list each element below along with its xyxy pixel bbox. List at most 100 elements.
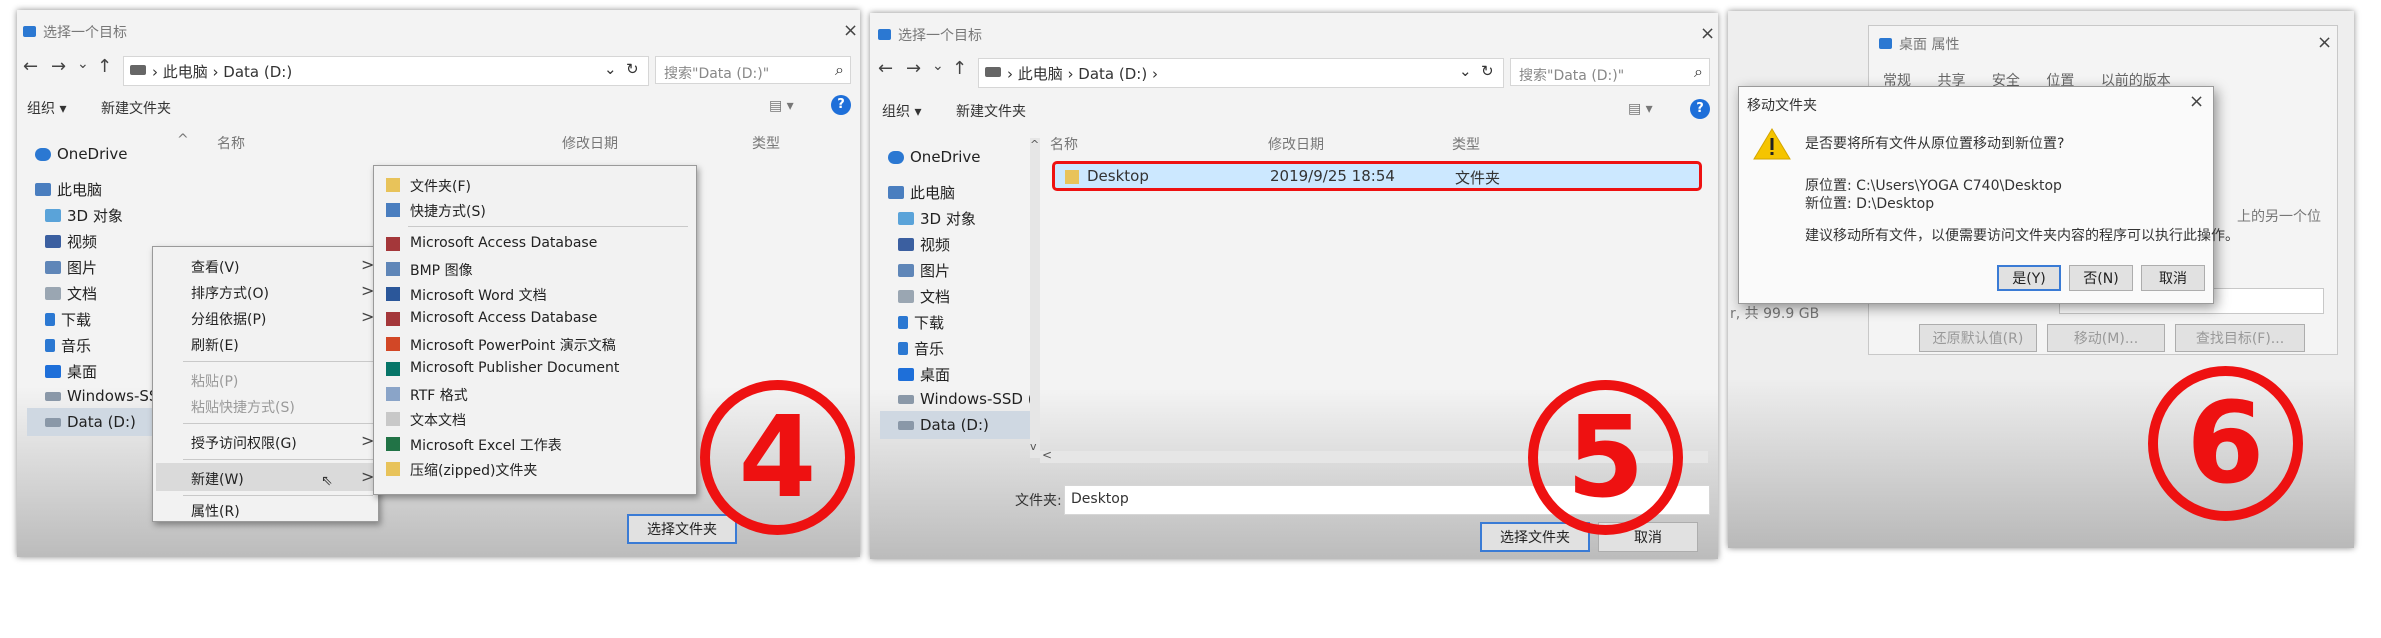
file-row-desktop[interactable]: Desktop 2019/9/25 18:54 文件夹 [1052, 161, 1702, 191]
refresh-icon[interactable]: ↻ [626, 60, 639, 78]
sidebar-item-3d-objects[interactable]: 3D 对象 [898, 208, 976, 229]
cloud-icon [888, 150, 904, 164]
close-icon[interactable]: × [2317, 32, 2332, 53]
properties-title: 桌面 属性 [1899, 37, 1960, 53]
sidebar-item-pictures[interactable]: 图片 [898, 260, 950, 281]
submenu-item-bmp-image[interactable]: BMP 图像 [410, 260, 473, 280]
column-type[interactable]: 类型 [1452, 134, 1480, 154]
sidebar-item-documents[interactable]: 文档 [898, 286, 950, 307]
refresh-icon[interactable]: ↻ [1481, 62, 1494, 80]
sidebar-item-data-d[interactable]: Data (D:) [898, 416, 989, 434]
cube-icon [45, 209, 61, 222]
sidebar-item-videos[interactable]: 视频 [898, 234, 950, 255]
menu-item-view[interactable]: 查看(V) [191, 257, 240, 277]
help-icon[interactable]: ? [1690, 99, 1710, 119]
forward-icon[interactable]: → [51, 56, 66, 77]
column-date[interactable]: 修改日期 [1268, 134, 1324, 154]
help-icon[interactable]: ? [831, 95, 851, 115]
forward-icon[interactable]: → [906, 58, 921, 79]
organize-button[interactable]: 组织 ▾ [27, 98, 66, 118]
search-placeholder: 搜索"Data (D:)" [1519, 68, 1625, 84]
sidebar-item-desktop[interactable]: 桌面 [45, 361, 97, 382]
desktop-icon [898, 368, 914, 381]
select-folder-button[interactable]: 选择文件夹 [627, 514, 737, 544]
no-button[interactable]: 否(N) [2069, 265, 2133, 291]
recent-dropdown-icon[interactable]: ⌄ [932, 58, 944, 74]
search-input[interactable]: 搜索"Data (D:)" ⌕ [655, 56, 851, 84]
sidebar-item-documents[interactable]: 文档 [45, 283, 97, 304]
sidebar-item-windows-ssd[interactable]: Windows-SS [45, 387, 158, 405]
column-type[interactable]: 类型 [752, 133, 780, 153]
address-bar[interactable]: › 此电脑 › Data (D:) ⌄ ↻ [123, 56, 649, 86]
submenu-item-shortcut[interactable]: 快捷方式(S) [410, 201, 486, 221]
submenu-item-zip-folder[interactable]: 压缩(zipped)文件夹 [410, 460, 537, 480]
sidebar-scrollbar[interactable]: ^ v [1030, 138, 1040, 458]
menu-item-group-by[interactable]: 分组依据(P) [191, 309, 266, 329]
window-title: 选择一个目标 [898, 28, 982, 44]
organize-button[interactable]: 组织 ▾ [882, 101, 921, 121]
yes-button[interactable]: 是(Y) [1997, 265, 2061, 291]
sidebar-item-this-pc[interactable]: 此电脑 [888, 182, 955, 203]
submenu-item-word-document[interactable]: Microsoft Word 文档 [410, 285, 547, 305]
zip-folder-icon [386, 462, 400, 476]
menu-item-sort-by[interactable]: 排序方式(O) [191, 283, 269, 303]
sidebar-item-music[interactable]: 音乐 [45, 335, 91, 356]
sidebar-item-music[interactable]: 音乐 [898, 338, 944, 359]
new-folder-button[interactable]: 新建文件夹 [956, 101, 1026, 121]
text-document-icon [386, 412, 400, 426]
up-icon[interactable]: ↑ [952, 58, 967, 79]
menu-separator [183, 423, 373, 424]
column-date[interactable]: 修改日期 [562, 133, 618, 153]
recent-dropdown-icon[interactable]: ⌄ [77, 56, 89, 72]
submenu-item-access-database-2[interactable]: Microsoft Access Database [410, 310, 597, 326]
sidebar-item-onedrive[interactable]: OneDrive [888, 148, 981, 166]
menu-item-paste-shortcut[interactable]: 粘贴快捷方式(S) [191, 397, 295, 417]
back-icon[interactable]: ← [878, 58, 893, 79]
menu-item-properties[interactable]: 属性(R) [191, 501, 240, 521]
sidebar-item-3d-objects[interactable]: 3D 对象 [45, 205, 123, 226]
sidebar-item-videos[interactable]: 视频 [45, 231, 97, 252]
view-options-button[interactable]: ▤ ▾ [769, 98, 794, 114]
column-name[interactable]: 名称 [217, 133, 245, 153]
scroll-up-icon[interactable]: ^ [177, 132, 189, 148]
menu-item-give-access[interactable]: 授予访问权限(G) [191, 433, 297, 453]
restore-default-button[interactable]: 还原默认值(R) [1919, 324, 2037, 352]
scroll-left-icon: < [1042, 448, 1053, 462]
step-4-badge: 4 [700, 380, 855, 535]
submenu-item-access-database[interactable]: Microsoft Access Database [410, 235, 597, 251]
submenu-item-publisher[interactable]: Microsoft Publisher Document [410, 360, 619, 376]
sidebar-item-windows-ssd[interactable]: Windows-SSD ( [898, 390, 1034, 408]
move-button[interactable]: 移动(M)... [2047, 324, 2165, 352]
close-icon[interactable]: × [843, 20, 858, 41]
sidebar-item-desktop[interactable]: 桌面 [898, 364, 950, 385]
submenu-item-folder[interactable]: 文件夹(F) [410, 176, 471, 196]
close-icon[interactable]: × [1700, 23, 1715, 44]
dialog-cancel-button[interactable]: 取消 [2141, 265, 2205, 291]
back-icon[interactable]: ← [23, 56, 38, 77]
address-dropdown-icon[interactable]: ⌄ [1459, 62, 1472, 80]
sidebar-item-downloads[interactable]: 下载 [898, 312, 944, 333]
close-icon[interactable]: × [2189, 91, 2204, 112]
address-bar[interactable]: › 此电脑 › Data (D:) › ⌄ ↻ [978, 58, 1504, 88]
search-input[interactable]: 搜索"Data (D:)" ⌕ [1510, 58, 1710, 86]
sidebar-item-data-d[interactable]: Data (D:) [45, 413, 136, 431]
submenu-item-rtf[interactable]: RTF 格式 [410, 385, 468, 405]
new-folder-button[interactable]: 新建文件夹 [101, 98, 171, 118]
menu-item-refresh[interactable]: 刷新(E) [191, 335, 239, 355]
excel-icon [386, 437, 400, 451]
find-target-button[interactable]: 查找目标(F)... [2175, 324, 2305, 352]
sidebar-item-onedrive[interactable]: OneDrive [35, 145, 128, 163]
document-icon [898, 290, 914, 303]
column-name[interactable]: 名称 [1050, 134, 1078, 154]
up-icon[interactable]: ↑ [97, 56, 112, 77]
sidebar-item-this-pc[interactable]: 此电脑 [35, 179, 102, 200]
submenu-item-text-document[interactable]: 文本文档 [410, 410, 466, 430]
sidebar-item-pictures[interactable]: 图片 [45, 257, 97, 278]
submenu-item-excel[interactable]: Microsoft Excel 工作表 [410, 435, 562, 455]
address-dropdown-icon[interactable]: ⌄ [604, 60, 617, 78]
sidebar-item-downloads[interactable]: 下载 [45, 309, 91, 330]
menu-item-new[interactable]: 新建(W) [191, 469, 244, 489]
submenu-item-powerpoint[interactable]: Microsoft PowerPoint 演示文稿 [410, 335, 616, 355]
view-options-button[interactable]: ▤ ▾ [1628, 101, 1653, 117]
menu-item-paste[interactable]: 粘贴(P) [191, 371, 238, 391]
